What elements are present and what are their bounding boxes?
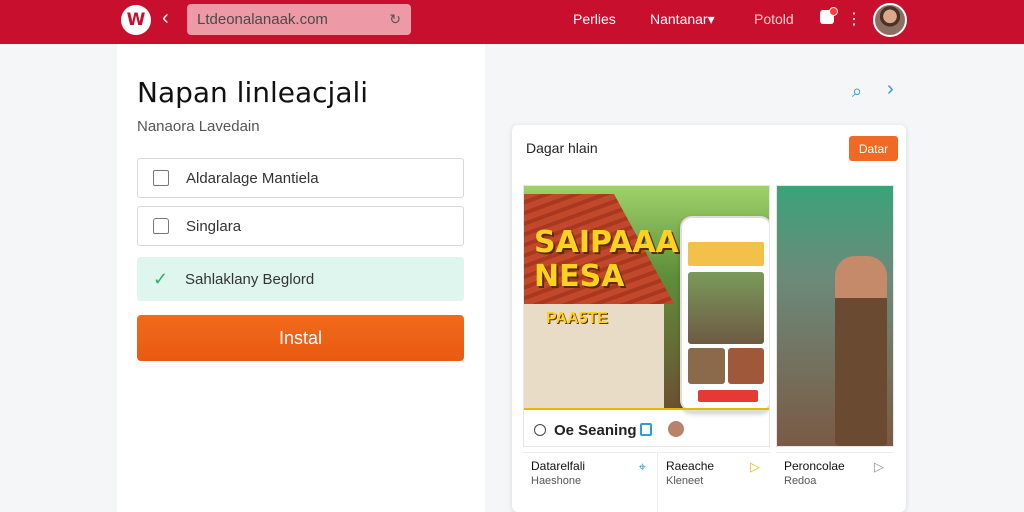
form-subtitle: Nanaora Lavedain [137,118,260,135]
nav-link-3[interactable]: Potold [754,11,794,27]
preview-card-title: Dagar hlain [526,140,598,156]
play-icon[interactable]: ▷ [874,459,884,475]
bookmark-icon[interactable]: ⌖ [639,459,646,475]
top-navigation-bar: W ‹ Ltdeonalanaak.com ↻ Perlies Nantanar… [0,0,1024,44]
install-button[interactable]: Instal [137,315,464,361]
folder-icon [153,170,169,186]
mini-card-3[interactable]: Peroncolae Redoa ▷ [776,452,894,512]
clock-icon [534,424,546,436]
search-icon[interactable]: ⌕ [852,81,862,102]
mini-card-1-title: Datarelfali [531,459,586,473]
phone-thumb-1 [688,348,725,384]
nav-link-1[interactable]: Perlies [573,11,616,27]
field-option-3-label: Sahlaklany Beglord [185,270,315,288]
play-icon[interactable]: ▷ [750,459,760,475]
field-option-2-label: Singlara [186,217,242,235]
phone-banner [688,242,764,266]
reload-icon[interactable]: ↻ [389,11,401,28]
mini-card-3-title: Peroncolae [784,459,845,473]
bell-icon[interactable] [820,7,838,24]
phone-mockup [680,216,769,412]
preview-action-button[interactable]: Datar [849,136,898,161]
person-figure [835,256,887,446]
nav-link-2-dropdown[interactable]: Nantanar▾ [650,11,715,28]
phone-cta [698,390,758,402]
url-text[interactable]: Ltdeonalanaak.com [197,11,328,28]
mini-avatar [668,421,684,437]
mini-card-3-sub: Redoa [784,475,817,487]
field-option-3-selected[interactable]: ✓ Sahlaklany Beglord [137,257,464,301]
mini-card-1[interactable]: Datarelfali Haeshone ⌖ [523,452,656,512]
more-vertical-icon[interactable]: ⋮ [846,9,862,29]
phone-thumb-2 [728,348,764,384]
home-icon [153,218,169,234]
check-icon: ✓ [153,268,169,289]
app-logo[interactable]: W [121,5,151,35]
phone-photo [688,272,764,344]
mini-card-2[interactable]: Raeache Kleneet ▷ [657,452,770,512]
chevron-right-icon[interactable]: › [887,78,894,101]
field-option-1[interactable]: Aldaralage Mantiela [137,158,464,198]
preview-screenshot-side[interactable] [776,185,894,447]
install-form-panel: Napan linleacjali Nanaora Lavedain Aldar… [117,44,485,512]
screenshot-footer: Oe Seaning [524,412,769,446]
field-option-1-label: Aldaralage Mantiela [186,169,319,187]
form-title: Napan linleacjali [137,76,369,109]
preview-screenshot-main[interactable]: SAIPAAA NESA PAA5TE Oe Seaning [523,185,770,447]
mini-card-1-sub: Haeshone [531,475,582,487]
back-chevron-icon[interactable]: ‹ [162,8,169,28]
scene-subheadline: PAA5TE [546,310,608,327]
village-scene-image: SAIPAAA NESA PAA5TE [524,186,769,412]
field-option-2[interactable]: Singlara [137,206,464,246]
preview-card: Dagar hlain Datar SAIPAAA NESA PAA5TE Oe… [512,125,906,512]
screenshot-caption: Oe Seaning [554,421,637,439]
divider [524,408,769,410]
bookmark-icon[interactable] [640,423,652,436]
user-avatar[interactable] [873,3,907,37]
url-bar[interactable]: Ltdeonalanaak.com ↻ [187,4,411,35]
mini-card-2-title: Raeache [666,459,715,473]
mini-card-2-sub: Kleneet [666,475,704,487]
